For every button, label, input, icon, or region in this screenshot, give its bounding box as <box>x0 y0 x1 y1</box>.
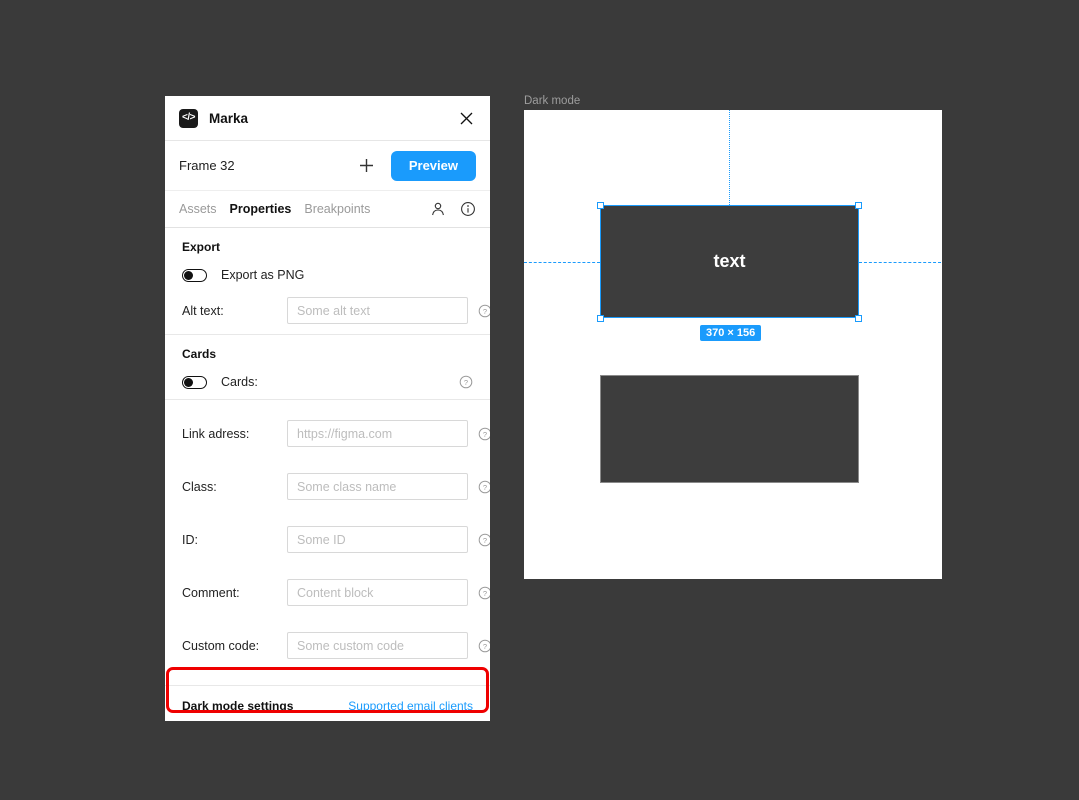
cards-toggle-row: Cards: ? <box>182 375 473 389</box>
class-input[interactable] <box>287 473 468 500</box>
alt-text-label: Alt text: <box>182 303 224 318</box>
supported-email-clients-link[interactable]: Supported email clients <box>348 699 473 713</box>
guide-line-horizontal-right <box>859 262 941 263</box>
dimension-badge: 370 × 156 <box>700 325 762 341</box>
help-circle-icon[interactable]: ? <box>478 480 490 494</box>
link-adress-input[interactable] <box>287 420 468 447</box>
preview-button[interactable]: Preview <box>390 150 476 181</box>
plus-icon[interactable] <box>355 154 379 178</box>
selection-handle-top-right[interactable] <box>855 202 862 209</box>
custom-code-row: Custom code: ? <box>182 619 490 672</box>
svg-text:?: ? <box>483 430 487 439</box>
svg-text:?: ? <box>483 642 487 651</box>
tab-properties[interactable]: Properties <box>230 202 292 216</box>
cards-section: Cards Cards: ? <box>165 335 490 400</box>
properties-fields: Link adress: ? Class: ? <box>165 400 490 672</box>
canvas-label: Dark mode <box>524 95 581 107</box>
link-adress-label: Link adress: <box>182 426 250 441</box>
frame-name[interactable]: Frame 32 <box>179 158 235 173</box>
selected-block[interactable]: text <box>600 205 859 318</box>
alt-text-row: Alt text: ? <box>182 297 490 324</box>
help-circle-icon[interactable]: ? <box>459 375 473 389</box>
tabs-row: Assets Properties Breakpoints <box>165 191 490 228</box>
id-label: ID: <box>182 532 198 547</box>
frame-row: Frame 32 Preview <box>165 141 490 191</box>
comment-row: Comment: ? <box>182 566 490 619</box>
cards-label: Cards: <box>221 375 258 389</box>
id-row: ID: ? <box>182 513 490 566</box>
dark-mode-section: Dark mode settings Supported email clien… <box>165 685 490 721</box>
svg-text:?: ? <box>483 536 487 545</box>
help-circle-icon[interactable]: ? <box>478 533 490 547</box>
close-icon[interactable] <box>456 108 476 128</box>
svg-text:?: ? <box>483 589 487 598</box>
tab-breakpoints[interactable]: Breakpoints <box>304 202 370 216</box>
selection-handle-top-left[interactable] <box>597 202 604 209</box>
custom-code-input[interactable] <box>287 632 468 659</box>
svg-text:?: ? <box>464 378 468 387</box>
panel-header: </> Marka <box>165 96 490 141</box>
svg-text:?: ? <box>483 483 487 492</box>
help-circle-icon[interactable]: ? <box>478 639 490 653</box>
svg-text:?: ? <box>483 307 487 316</box>
export-section: Export Export as PNG Alt text: ? <box>165 228 490 335</box>
export-title: Export <box>182 240 221 254</box>
info-icon[interactable] <box>460 201 476 217</box>
person-icon[interactable] <box>430 201 446 217</box>
dark-mode-header: Dark mode settings Supported email clien… <box>165 686 490 721</box>
custom-code-label: Custom code: <box>182 638 260 653</box>
selection-handle-bottom-right[interactable] <box>855 315 862 322</box>
help-circle-icon[interactable]: ? <box>478 304 490 318</box>
class-row: Class: ? <box>182 460 490 513</box>
class-label: Class: <box>182 479 217 494</box>
marka-logo-icon: </> <box>179 108 198 128</box>
comment-label: Comment: <box>182 585 240 600</box>
id-input[interactable] <box>287 526 468 553</box>
export-png-label: Export as PNG <box>221 268 305 282</box>
selected-block-label: text <box>713 251 746 271</box>
export-png-toggle-row: Export as PNG <box>182 268 473 282</box>
selection-handle-bottom-left[interactable] <box>597 315 604 322</box>
help-circle-icon[interactable]: ? <box>478 586 490 600</box>
cards-title: Cards <box>182 347 217 361</box>
preview-frame <box>524 110 942 579</box>
export-png-toggle[interactable] <box>182 268 207 282</box>
secondary-block[interactable] <box>600 375 859 483</box>
guide-line-vertical <box>729 110 730 205</box>
alt-text-input[interactable] <box>287 297 468 324</box>
dark-mode-title: Dark mode settings <box>182 699 294 713</box>
plugin-panel: </> Marka Frame 32 Preview Assets Proper… <box>165 96 490 721</box>
panel-body: Export Export as PNG Alt text: ? Cards <box>165 228 490 721</box>
comment-input[interactable] <box>287 579 468 606</box>
tab-assets[interactable]: Assets <box>179 202 217 216</box>
guide-line-horizontal-left <box>524 262 600 263</box>
help-circle-icon[interactable]: ? <box>478 427 490 441</box>
link-adress-row: Link adress: ? <box>182 400 490 460</box>
cards-toggle[interactable] <box>182 375 207 389</box>
panel-title: Marka <box>209 110 249 126</box>
